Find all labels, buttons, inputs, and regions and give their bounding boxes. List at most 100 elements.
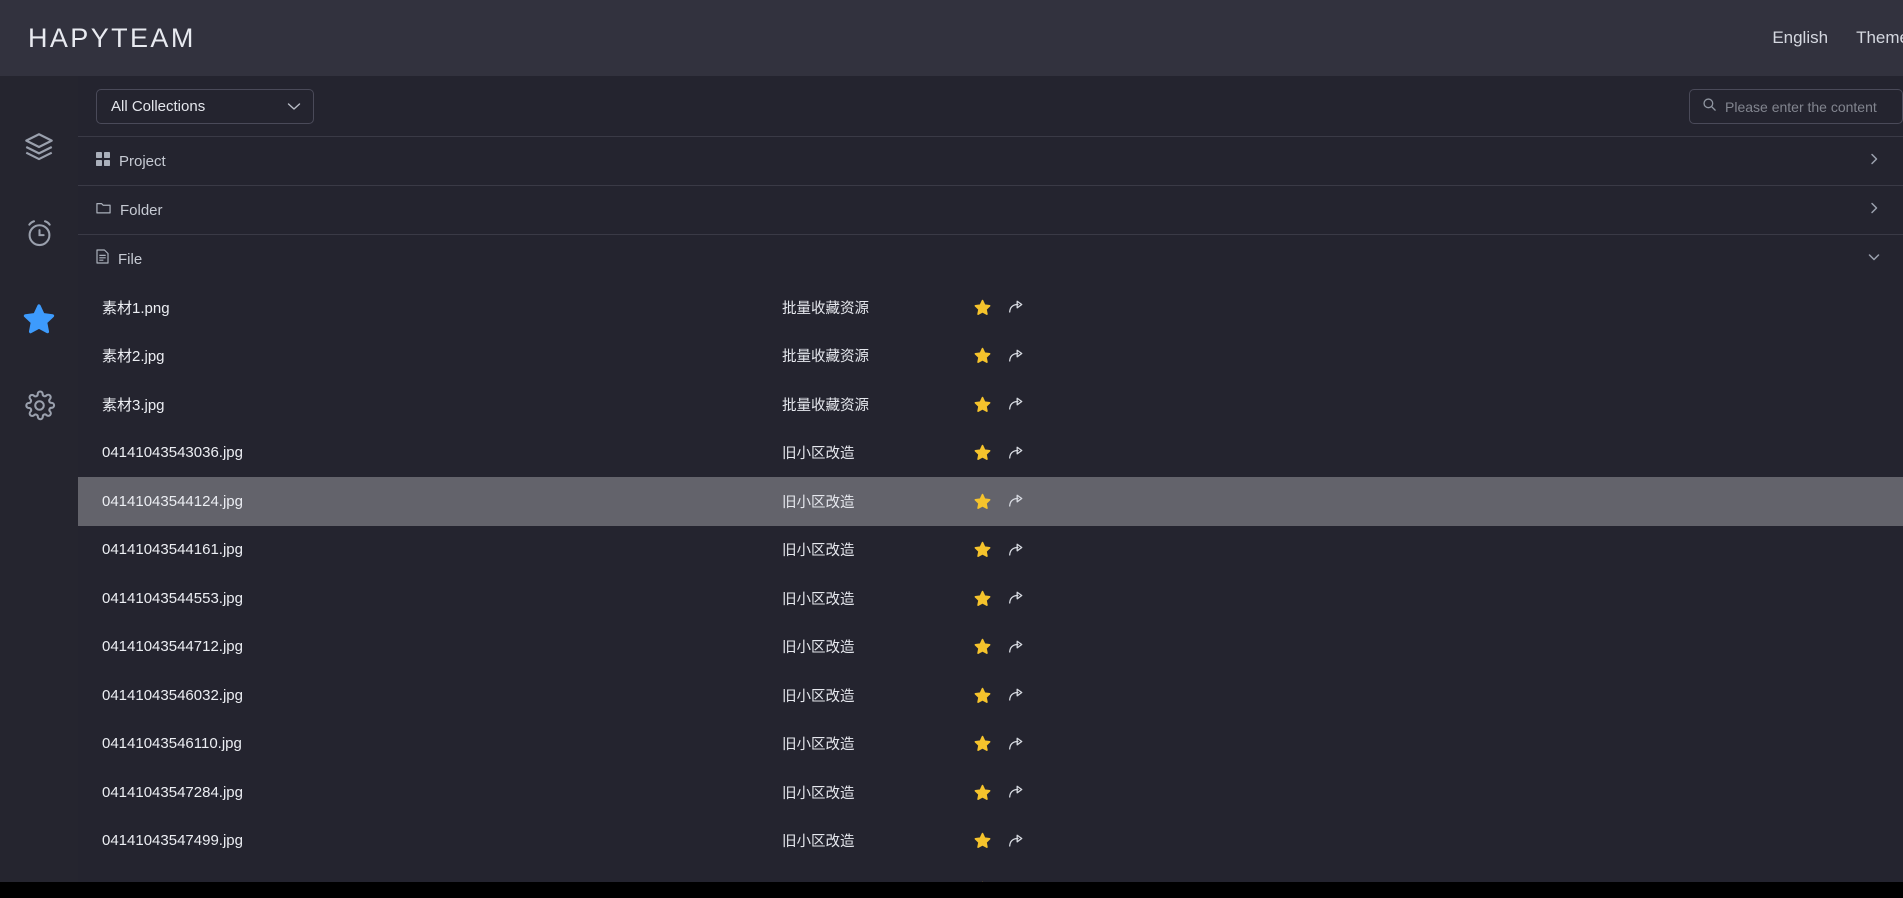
group-header-file[interactable]: File <box>78 235 1903 283</box>
app-brand-title: HAPYTEAM <box>28 22 196 53</box>
share-icon[interactable] <box>1006 831 1026 851</box>
share-icon[interactable] <box>1006 491 1026 511</box>
file-name: 素材3.jpg <box>102 396 165 414</box>
chevron-right-icon <box>1867 152 1881 171</box>
file-list: 素材1.png 批量收藏资源 素材2.jpg 批量收藏资源 素材3.jpg 批量收藏资源 0… <box>78 283 1903 882</box>
file-name: 素材2.jpg <box>102 348 165 366</box>
favorite-star-icon[interactable] <box>972 297 992 317</box>
file-row[interactable]: 04141043547499.jpg 旧小区改造 <box>78 817 1903 866</box>
favorite-star-icon[interactable] <box>972 831 992 851</box>
group-file: File 素材1.png 批量收藏资源 素材2.jpg 批量收藏资源 素材3.jpg 批量… <box>78 234 1903 882</box>
chevron-right-icon <box>1867 201 1881 220</box>
app-root: HAPYTEAM English Theme <box>0 0 1903 898</box>
file-name: 素材1.png <box>102 299 170 317</box>
share-icon[interactable] <box>1006 297 1026 317</box>
language-link[interactable]: English <box>1772 28 1828 48</box>
document-icon <box>96 249 109 269</box>
row-actions <box>972 734 1026 754</box>
file-name: 04141043546032.jpg <box>102 686 243 704</box>
file-name: 04141043547499.jpg <box>102 832 243 850</box>
file-row[interactable]: 04141043547284.jpg 旧小区改造 <box>78 768 1903 817</box>
row-actions <box>972 297 1026 317</box>
sidebar-item-layers[interactable] <box>0 104 78 190</box>
file-tag: 旧小区改造 <box>782 446 855 463</box>
search-input[interactable] <box>1725 98 1892 115</box>
favorite-star-icon[interactable] <box>972 782 992 802</box>
sidebar-item-settings[interactable] <box>0 362 78 448</box>
share-icon[interactable] <box>1006 443 1026 463</box>
layers-icon <box>22 130 56 164</box>
top-header-bar: HAPYTEAM English Theme <box>0 0 1903 76</box>
group-folder: Folder <box>78 185 1903 234</box>
sidebar-item-favorites[interactable] <box>0 276 78 362</box>
row-actions <box>972 685 1026 705</box>
group-title-project: Project <box>119 152 166 170</box>
file-name: 04141043543036.jpg <box>102 444 243 462</box>
file-row[interactable]: 04141043544553.jpg 旧小区改造 <box>78 574 1903 623</box>
row-actions <box>972 831 1026 851</box>
header-links: English Theme <box>1772 28 1903 48</box>
file-row[interactable]: 素材3.jpg 批量收藏资源 <box>78 380 1903 429</box>
file-row[interactable]: 04141043543036.jpg 旧小区改造 <box>78 429 1903 478</box>
search-box[interactable] <box>1689 89 1903 124</box>
theme-link[interactable]: Theme <box>1856 28 1903 48</box>
share-icon[interactable] <box>1006 346 1026 366</box>
file-name: 04141043544124.jpg <box>102 492 243 510</box>
row-actions <box>972 491 1026 511</box>
left-sidebar <box>0 76 78 898</box>
sidebar-item-recent[interactable] <box>0 190 78 276</box>
file-name: 04141043544712.jpg <box>102 638 243 656</box>
bottom-strip <box>0 882 1903 898</box>
file-row[interactable]: 04141043544712.jpg 旧小区改造 <box>78 623 1903 672</box>
file-tag: 旧小区改造 <box>782 494 855 511</box>
file-row[interactable]: 04141043548070.jpg旧小区改造 <box>78 865 1903 882</box>
file-tag: 旧小区改造 <box>782 543 855 560</box>
file-row[interactable]: 04141043546032.jpg 旧小区改造 <box>78 671 1903 720</box>
file-tag: 旧小区改造 <box>782 688 855 705</box>
collection-select[interactable]: All Collections <box>96 88 314 124</box>
share-icon[interactable] <box>1006 394 1026 414</box>
star-icon <box>21 301 57 337</box>
share-icon[interactable] <box>1006 734 1026 754</box>
file-row[interactable]: 素材1.png 批量收藏资源 <box>78 283 1903 332</box>
file-row[interactable]: 04141043544124.jpg 旧小区改造 <box>78 477 1903 526</box>
group-header-folder[interactable]: Folder <box>78 186 1903 234</box>
favorite-star-icon[interactable] <box>972 394 992 414</box>
favorite-star-icon[interactable] <box>972 588 992 608</box>
share-icon[interactable] <box>1006 637 1026 657</box>
file-name: 04141043544161.jpg <box>102 541 243 559</box>
row-actions <box>972 540 1026 560</box>
share-icon[interactable] <box>1006 782 1026 802</box>
share-icon[interactable] <box>1006 685 1026 705</box>
file-name: 04141043546110.jpg <box>102 735 242 753</box>
file-tag: 旧小区改造 <box>782 785 855 802</box>
file-tag: 旧小区改造 <box>782 737 855 754</box>
favorite-star-icon[interactable] <box>972 685 992 705</box>
favorite-star-icon[interactable] <box>972 346 992 366</box>
row-actions <box>972 637 1026 657</box>
file-tag: 批量收藏资源 <box>782 300 869 317</box>
favorite-star-icon[interactable] <box>972 491 992 511</box>
file-row[interactable]: 04141043546110.jpg 旧小区改造 <box>78 720 1903 769</box>
file-tag: 旧小区改造 <box>782 834 855 851</box>
file-row[interactable]: 04141043544161.jpg 旧小区改造 <box>78 526 1903 575</box>
content-panel: All Collections Please enter the content… <box>78 76 1903 882</box>
file-name: 04141043547284.jpg <box>102 783 243 801</box>
file-tag: 旧小区改造 <box>782 591 855 608</box>
row-actions <box>972 588 1026 608</box>
favorite-star-icon[interactable] <box>972 637 992 657</box>
search-icon <box>1702 97 1717 117</box>
favorite-star-icon[interactable] <box>972 443 992 463</box>
file-row[interactable]: 素材2.jpg 批量收藏资源 <box>78 332 1903 381</box>
row-actions <box>972 443 1026 463</box>
chevron-down-icon <box>287 98 301 115</box>
favorite-star-icon[interactable] <box>972 734 992 754</box>
group-title-folder: Folder <box>120 201 163 219</box>
share-icon[interactable] <box>1006 540 1026 560</box>
favorite-star-icon[interactable] <box>972 540 992 560</box>
row-actions <box>972 782 1026 802</box>
alarm-clock-icon <box>23 217 56 250</box>
share-icon[interactable] <box>1006 588 1026 608</box>
group-project: Project <box>78 136 1903 185</box>
group-header-project[interactable]: Project <box>78 137 1903 185</box>
